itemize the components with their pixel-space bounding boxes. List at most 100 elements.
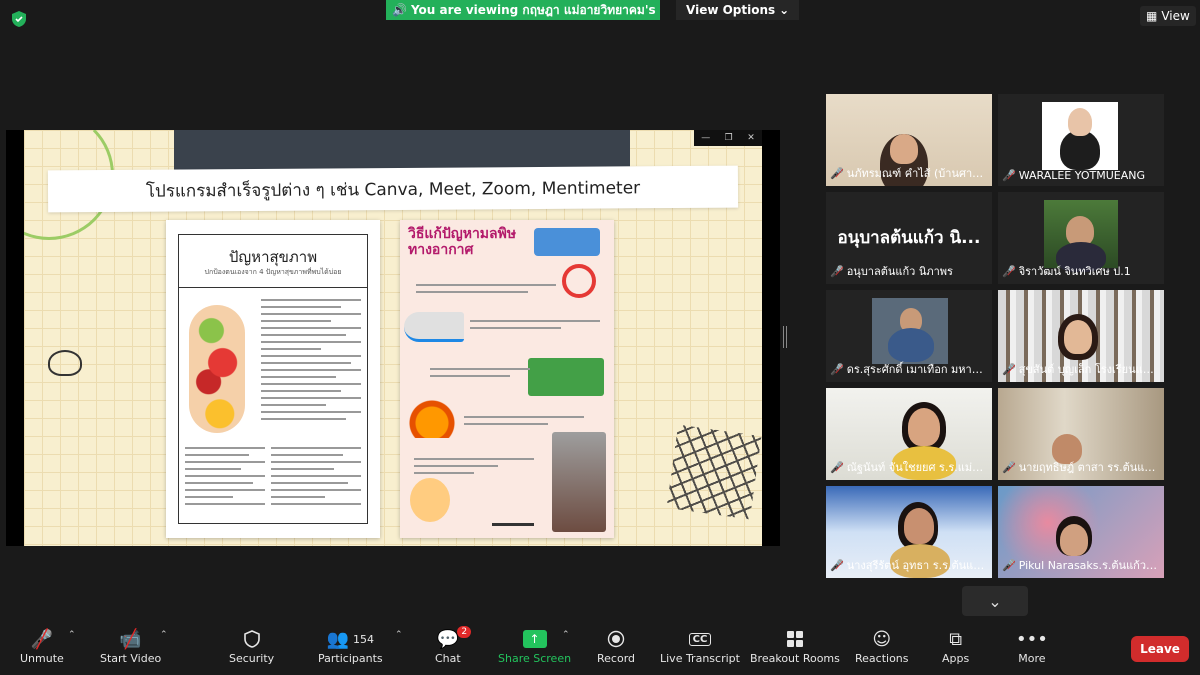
audio-options-caret-icon[interactable]: ⌃ [68, 630, 76, 640]
participant-label: 🎤̸ นายฤทธิษฎ์ ตาสา รร.ต้นแก้ว ... [1002, 460, 1160, 475]
participant-tile[interactable]: 🎤̸ ณัฐนันท์ จันใชยยศ ร.ร.แม่อาย... [826, 388, 992, 480]
participant-label: 🎤̸ จิราวัฒน์ จินทวิเศษ ป.1 [1002, 264, 1131, 279]
poster-text-block [261, 299, 361, 425]
video-feed [872, 298, 948, 364]
participant-face [1068, 108, 1092, 136]
poster-text-block [464, 416, 584, 430]
chevron-down-icon: ⌄ [779, 3, 790, 17]
restore-icon[interactable]: ❐ [725, 133, 733, 143]
more-button[interactable]: ••• More [1016, 626, 1048, 666]
forest-fire-illustration [406, 388, 458, 438]
poster-frame: ปัญหาสุขภาพ ปกป้องตนเองจาก 4 ปัญหาสุขภาพ… [178, 234, 368, 524]
unmute-button[interactable]: 🎤 ╱ Unmute [20, 626, 64, 666]
security-label: Security [229, 652, 275, 665]
start-video-button[interactable]: 📹 ╱ Start Video [100, 626, 161, 666]
record-label: Record [597, 652, 636, 665]
mic-muted-icon: 🎤̸ [1002, 460, 1016, 474]
chat-button[interactable]: 💬 2 Chat [435, 626, 472, 665]
participant-tile[interactable]: 🎤̸ WARALEE YOTMUEANG [998, 94, 1164, 186]
share-options-caret-icon[interactable]: ⌃ [562, 630, 570, 640]
chevron-down-icon: ⌄ [988, 591, 1002, 611]
participants-button[interactable]: 👥 154 Participants [318, 626, 383, 666]
participant-label: 🎤̸ อนุบาลต้นแก้ว นิภาพร [830, 264, 953, 279]
participant-face [1060, 524, 1088, 556]
participant-face [908, 408, 940, 446]
view-options-button[interactable]: View Options ⌄ [676, 0, 800, 20]
participant-face [890, 134, 918, 164]
participant-tile[interactable]: 🎤̸ นภัทรมณฑ์ คำไส้ (บ้านศาลา) [826, 94, 992, 186]
video-options-caret-icon[interactable]: ⌃ [160, 630, 168, 640]
participant-label: 🎤̸ สุขสันต์ บุญเล็ก โรงเรียนแม่อ... [1002, 362, 1160, 377]
view-label: View [1161, 9, 1190, 23]
record-icon [607, 626, 625, 652]
participant-face [904, 508, 934, 544]
closed-caption-icon: CC [688, 626, 712, 652]
poster-text-block [271, 447, 361, 510]
window-controls[interactable]: — ❐ ✕ [694, 130, 762, 146]
minimize-icon[interactable]: — [701, 133, 710, 143]
zoom-meeting-window: 🔊 You are viewing กฤษฎา แม่อายวิทยาคม's … [0, 0, 1200, 675]
participant-tile[interactable]: 🎤̸ นายฤทธิษฎ์ ตาสา รร.ต้นแก้ว ... [998, 388, 1164, 480]
leave-button[interactable]: Leave [1131, 636, 1189, 662]
reactions-button[interactable]: ☺ Reactions [855, 626, 909, 666]
bus-illustration [534, 228, 600, 256]
view-layout-button[interactable]: ▦ View [1140, 6, 1196, 26]
mic-muted-icon: 🎤̸ [830, 166, 844, 180]
grid-icon: ▦ [1146, 9, 1158, 23]
chat-unread-badge: 2 [457, 626, 472, 638]
apps-button[interactable]: ⧉ Apps [942, 626, 969, 666]
more-label: More [1018, 652, 1046, 665]
security-button[interactable]: Security [229, 626, 274, 665]
record-button[interactable]: Record [597, 626, 635, 665]
profile-photo [1044, 200, 1118, 272]
video-off-icon: 📹 ╱ [119, 628, 142, 650]
no-car-sign-icon [562, 264, 596, 298]
view-options-label: View Options [686, 3, 776, 17]
participants-options-caret-icon[interactable]: ⌃ [395, 630, 403, 640]
breakout-rooms-button[interactable]: Breakout Rooms [750, 626, 840, 665]
participant-tile[interactable]: 🎤̸ นางสุรีรัตน์ อุทธา ร.ร.ต้นแก้วผ... [826, 486, 992, 578]
factory-protest-illustration [552, 432, 606, 532]
share-screen-icon: ↑ [522, 626, 547, 652]
garbage-truck-illustration [528, 358, 604, 396]
meeting-toolbar: 🎤 ╱ Unmute ⌃ 📹 ╱ Start Video ⌃ Security 👥 … [0, 620, 1200, 675]
participant-label: 🎤̸ Pikul Narasaks.ร.ต้นแก้วผดุ... [1002, 558, 1160, 573]
gallery-scroll-down-button[interactable]: ⌄ [962, 586, 1028, 616]
health-poster-title: ปัญหาสุขภาพ [228, 248, 318, 266]
participant-name-placeholder: อนุบาลต้นแก้ว นิ... [837, 228, 981, 248]
close-icon[interactable]: ✕ [747, 133, 755, 143]
speaker-icon: 🔊 [392, 3, 407, 17]
mic-muted-icon: 🎤̸ [830, 264, 844, 278]
participant-silhouette [888, 328, 934, 362]
presentation-slide: — ❐ ✕ โปรแกรมสำเร็จรูปต่าง ๆ เช่น Canva,… [24, 130, 762, 546]
participant-label: 🎤̸ ดร.สุระศักดิ์ เมาเทือก มหาวิทย... [830, 362, 988, 377]
live-transcript-button[interactable]: CC Live Transcript [660, 626, 740, 665]
participants-count: 154 [353, 632, 375, 646]
chat-icon: 💬 2 [437, 626, 472, 652]
breakout-rooms-label: Breakout Rooms [750, 652, 840, 665]
viewing-screen-banner: 🔊 You are viewing กฤษฎา แม่อายวิทยาคม's … [386, 0, 660, 20]
health-poster: ปัญหาสุขภาพ ปกป้องตนเองจาก 4 ปัญหาสุขภาพ… [166, 220, 380, 538]
poster-text-block [470, 320, 600, 334]
unmute-label: Unmute [20, 652, 64, 665]
emoji-plus-icon: ☺ [872, 628, 892, 650]
cloud-doodle [48, 350, 82, 376]
health-poster-subtitle: ปกป้องตนเองจาก 4 ปัญหาสุขภาพที่พบได้บ่อย [204, 268, 342, 276]
participant-tile[interactable]: อนุบาลต้นแก้ว นิ... 🎤̸ อนุบาลต้นแก้ว นิภา… [826, 192, 992, 284]
participant-tile-active-speaker[interactable]: 🎤̸ ดร.สุระศักดิ์ เมาเทือก มหาวิทย... [826, 290, 992, 382]
participant-label: 🎤̸ WARALEE YOTMUEANG [1002, 169, 1146, 182]
share-screen-button[interactable]: ↑ Share Screen [498, 626, 571, 665]
participant-tile[interactable]: 🎤̸ จิราวัฒน์ จินทวิเศษ ป.1 [998, 192, 1164, 284]
air-pollution-poster: วิธีแก้ปัญหามลพิษทางอากาศ [400, 220, 614, 538]
mic-muted-icon: 🎤̸ [1002, 558, 1016, 572]
encryption-shield-icon[interactable] [10, 10, 28, 28]
participant-tile[interactable]: 🎤̸ Pikul Narasaks.ร.ต้นแก้วผดุ... [998, 486, 1164, 578]
train-illustration [404, 312, 464, 342]
resize-handle[interactable] [783, 326, 787, 348]
chat-label: Chat [435, 652, 461, 665]
participant-tile[interactable]: 🎤̸ สุขสันต์ บุญเล็ก โรงเรียนแม่อ... [998, 290, 1164, 382]
poster-divider [179, 287, 367, 288]
mic-muted-icon: 🎤̸ [830, 460, 844, 474]
participant-label: 🎤̸ ณัฐนันท์ จันใชยยศ ร.ร.แม่อาย... [830, 460, 988, 475]
shared-screen[interactable]: — ❐ ✕ โปรแกรมสำเร็จรูปต่าง ๆ เช่น Canva,… [6, 130, 780, 546]
